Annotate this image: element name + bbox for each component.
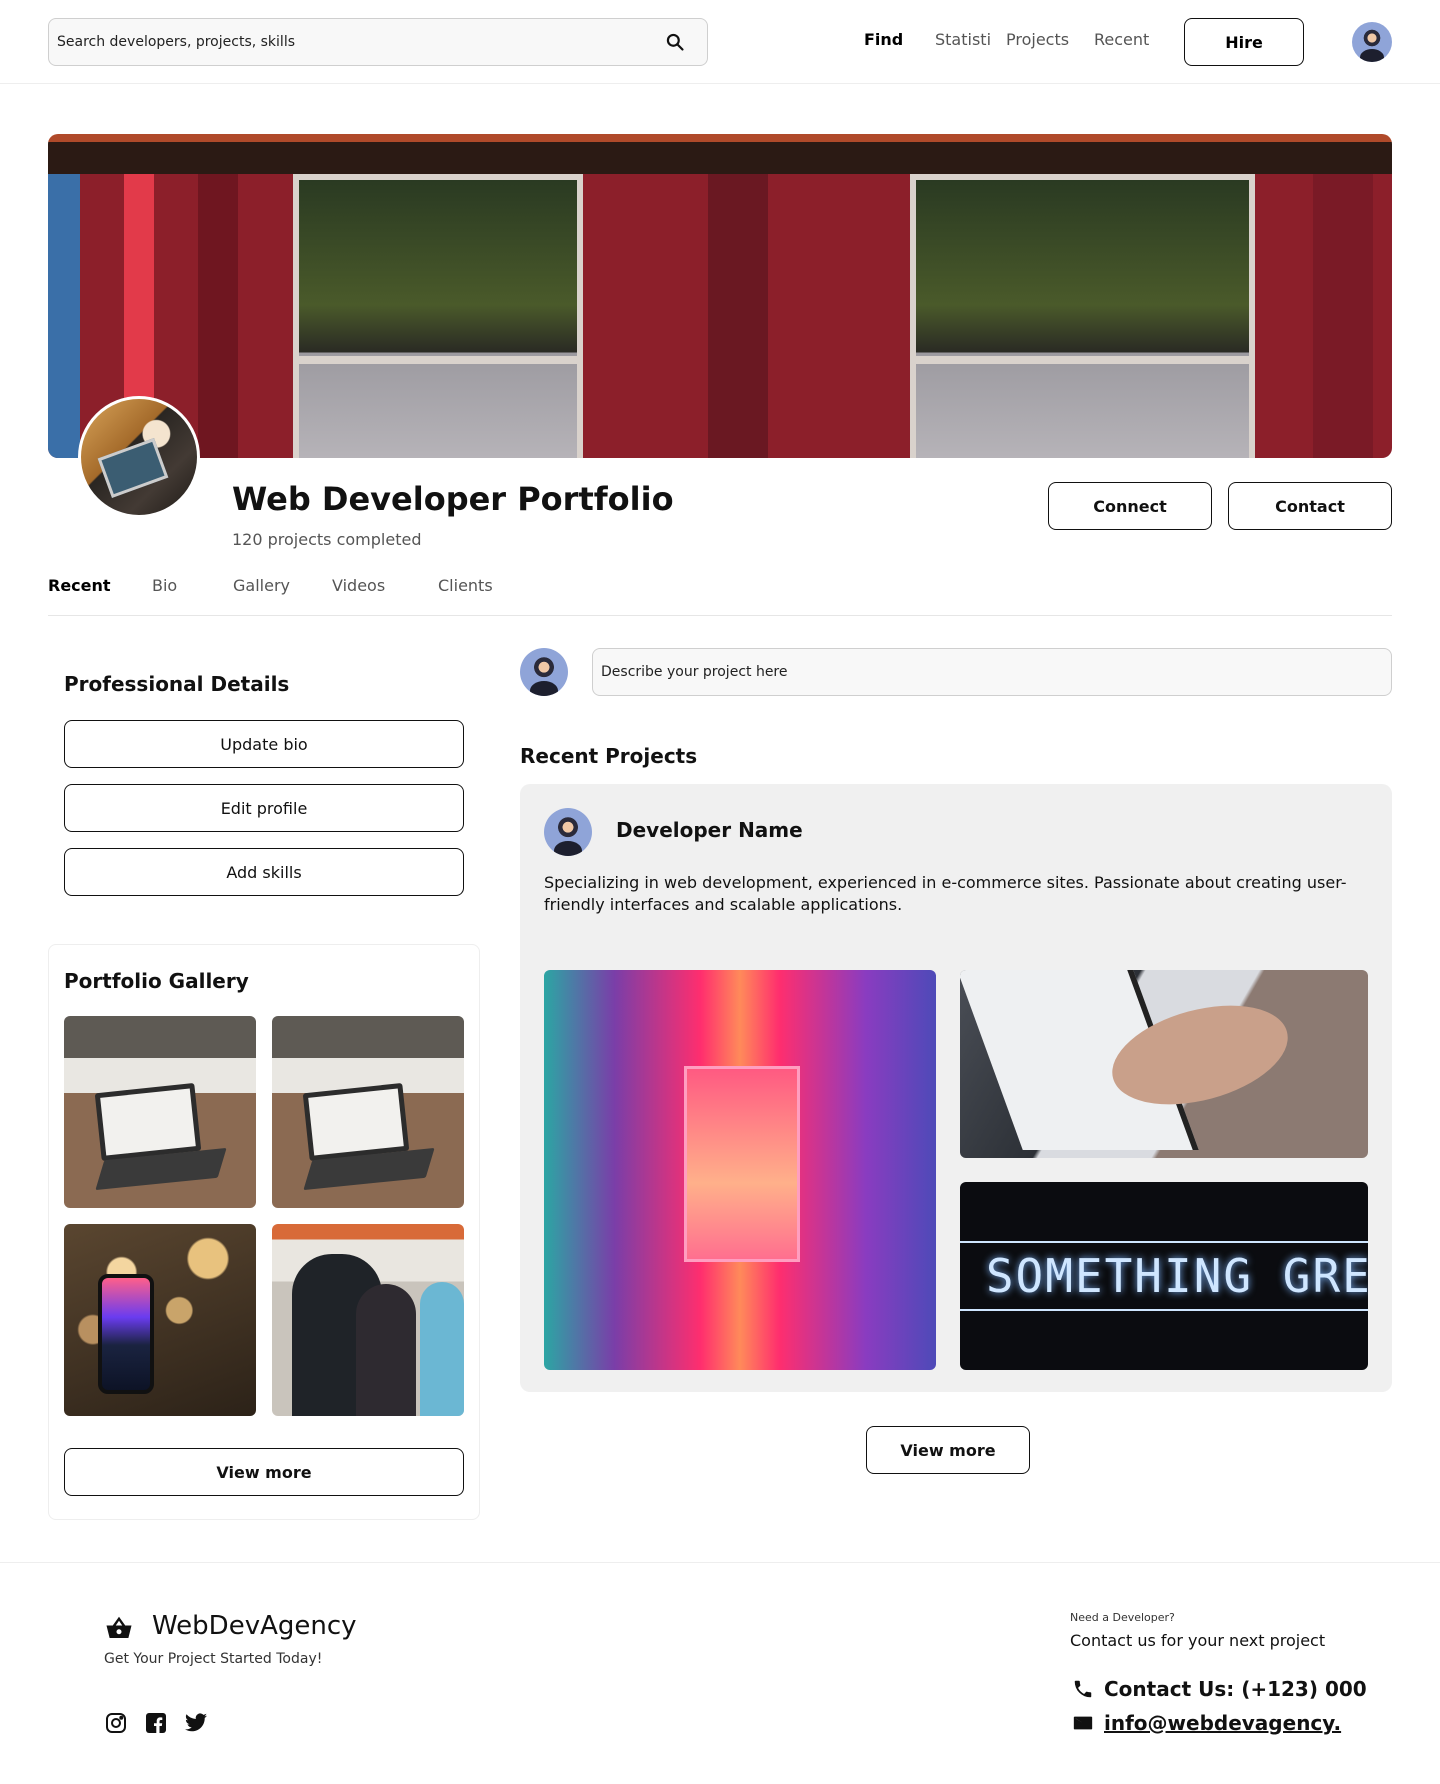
portfolio-gallery-heading: Portfolio Gallery xyxy=(64,969,249,993)
nav-find[interactable]: Find xyxy=(864,30,903,49)
project-composer xyxy=(592,648,1392,696)
project-card: Developer Name Specializing in web devel… xyxy=(520,784,1392,1392)
gallery-image-phone[interactable] xyxy=(64,1224,256,1416)
tab-clients[interactable]: Clients xyxy=(438,576,493,595)
profile-tabs: Recent Bio Gallery Videos Clients xyxy=(48,576,1392,616)
professional-details-heading: Professional Details xyxy=(64,672,290,696)
instagram-icon[interactable] xyxy=(104,1711,128,1735)
nav-projects[interactable]: Projects xyxy=(1006,30,1069,49)
user-avatar[interactable] xyxy=(1352,22,1392,62)
update-bio-button[interactable]: Update bio xyxy=(64,720,464,768)
gallery-view-more-button[interactable]: View more xyxy=(64,1448,464,1496)
add-skills-button[interactable]: Add skills xyxy=(64,848,464,896)
contact-phone[interactable]: Contact Us: (+123) 000 xyxy=(1072,1677,1367,1701)
gallery-image-laptop-1[interactable] xyxy=(64,1016,256,1208)
profile-avatar[interactable] xyxy=(78,396,200,518)
tab-bio[interactable]: Bio xyxy=(152,576,177,595)
page-title: Web Developer Portfolio xyxy=(232,480,674,518)
project-image-neon-hallway[interactable] xyxy=(544,970,936,1370)
brand-tagline: Get Your Project Started Today! xyxy=(104,1651,323,1667)
brand-name[interactable]: WebDevAgency xyxy=(152,1611,357,1641)
tab-gallery[interactable]: Gallery xyxy=(233,576,290,595)
footer: WebDevAgency Get Your Project Started To… xyxy=(0,1562,1440,1784)
contact-email-text: info@webdevagency. xyxy=(1104,1711,1342,1735)
contact-phone-text: Contact Us: (+123) 000 xyxy=(1104,1677,1367,1701)
contact-email[interactable]: info@webdevagency. xyxy=(1072,1711,1341,1735)
nav-statistics[interactable]: Statisti xyxy=(935,30,991,49)
projects-view-more-button[interactable]: View more xyxy=(866,1426,1030,1474)
recent-projects-heading: Recent Projects xyxy=(520,744,698,768)
hire-button[interactable]: Hire xyxy=(1184,18,1304,66)
facebook-icon[interactable] xyxy=(144,1711,168,1735)
nav-recent[interactable]: Recent xyxy=(1094,30,1149,49)
top-navigation: Find Statisti Projects Recent Hire xyxy=(0,0,1440,84)
developer-description: Specializing in web development, experie… xyxy=(544,873,1347,914)
developer-name[interactable]: Developer Name xyxy=(616,818,803,842)
composer-avatar xyxy=(520,648,568,696)
twitter-icon[interactable] xyxy=(184,1711,208,1735)
portfolio-gallery: Portfolio Gallery View more xyxy=(48,944,480,1520)
project-image-typing[interactable] xyxy=(960,970,1368,1158)
developer-avatar[interactable] xyxy=(544,808,592,856)
neon-sign-text: DO SOMETHING GREAT xyxy=(960,1241,1368,1311)
gallery-image-laptop-2[interactable] xyxy=(272,1016,464,1208)
search-icon[interactable] xyxy=(665,32,685,52)
project-image-neon-sign[interactable]: DO SOMETHING GREAT xyxy=(960,1182,1368,1370)
contact-cta: Contact us for your next project xyxy=(1070,1631,1326,1650)
cover-banner xyxy=(48,134,1392,458)
search-bar xyxy=(48,18,708,66)
describe-project-input[interactable] xyxy=(593,649,1391,695)
gallery-image-shoppers[interactable] xyxy=(272,1224,464,1416)
tab-recent[interactable]: Recent xyxy=(48,576,111,595)
projects-completed: 120 projects completed xyxy=(232,530,422,549)
edit-profile-button[interactable]: Edit profile xyxy=(64,784,464,832)
basket-icon xyxy=(106,1616,132,1638)
connect-button[interactable]: Connect xyxy=(1048,482,1212,530)
mail-icon xyxy=(1073,1716,1093,1730)
tab-videos[interactable]: Videos xyxy=(332,576,385,595)
need-developer-label: Need a Developer? xyxy=(1070,1611,1175,1624)
contact-button[interactable]: Contact xyxy=(1228,482,1392,530)
phone-icon xyxy=(1074,1680,1092,1698)
search-input[interactable] xyxy=(49,19,707,65)
